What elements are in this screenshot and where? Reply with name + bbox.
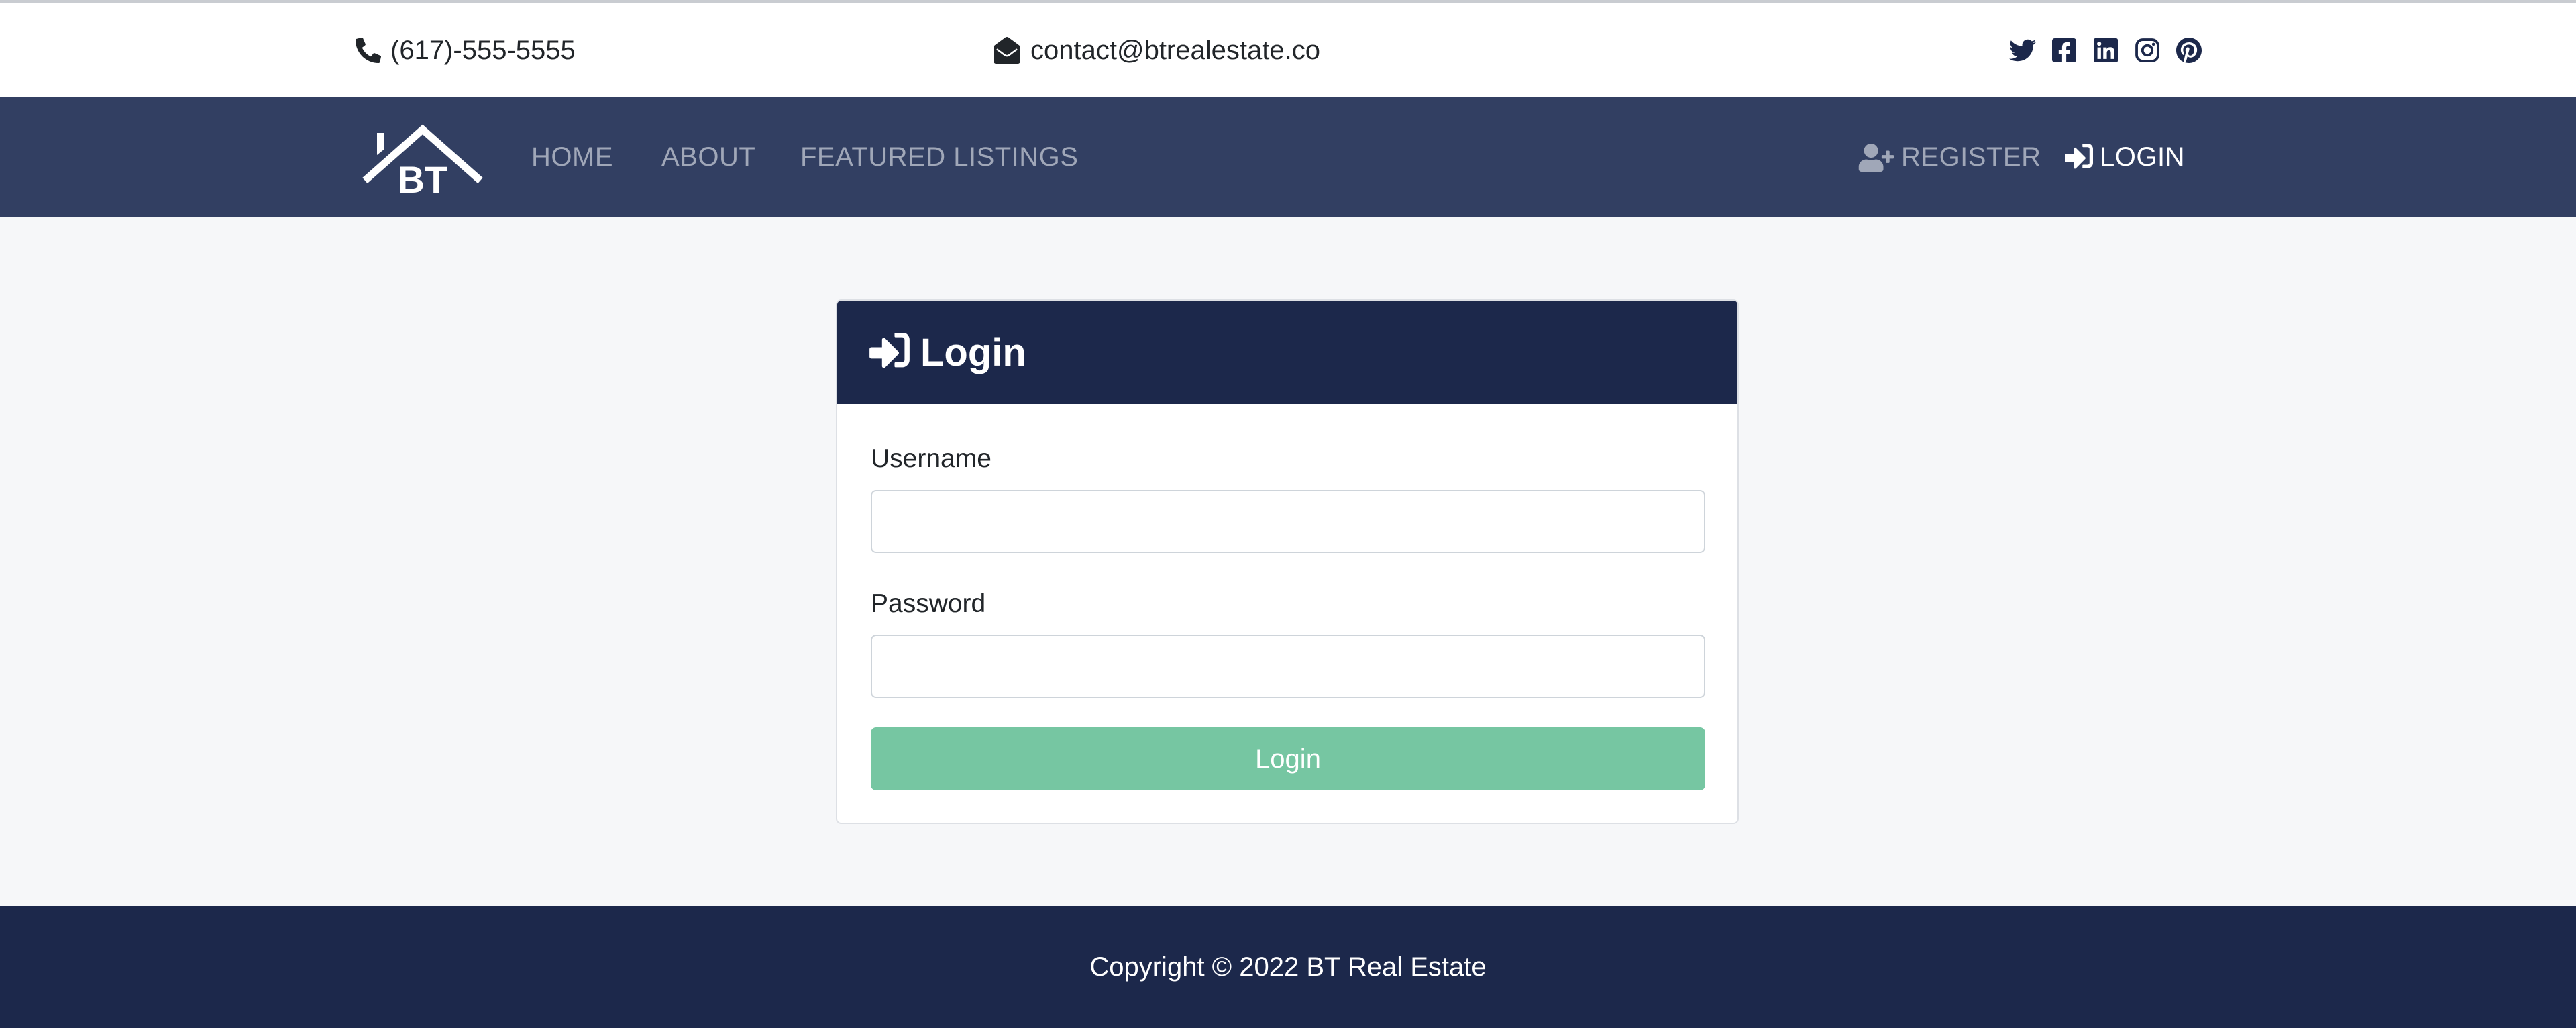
username-label: Username — [871, 444, 991, 473]
envelope-open-icon — [994, 37, 1020, 64]
login-card: Login Username Password Login — [836, 299, 1739, 824]
contact-bar: (617)-555-5555 contact@btrealestate.co — [0, 3, 2576, 97]
brand-logo[interactable]: BT — [362, 124, 483, 201]
copyright-text: Copyright © 2022 BT Real Estate — [1089, 952, 1487, 982]
login-card-header: Login — [837, 301, 1737, 404]
nav-register[interactable]: REGISTER — [1858, 97, 2041, 217]
phone-icon — [356, 38, 381, 63]
nav-login[interactable]: LOGIN — [2065, 97, 2185, 217]
logo-text: BT — [398, 158, 448, 195]
social-links — [2009, 3, 2202, 97]
page-footer: Copyright © 2022 BT Real Estate — [0, 906, 2576, 1028]
phone-contact[interactable]: (617)-555-5555 — [356, 3, 576, 97]
house-roof-logo: BT — [362, 124, 483, 201]
nav-featured-listings-label: FEATURED LISTINGS — [800, 142, 1079, 172]
password-input[interactable] — [871, 635, 1705, 698]
facebook-icon[interactable] — [2051, 37, 2078, 64]
password-label: Password — [871, 589, 986, 618]
phone-number: (617)-555-5555 — [390, 35, 576, 65]
email-address: contact@btrealestate.co — [1030, 35, 1320, 65]
nav-home[interactable]: HOME — [531, 97, 613, 217]
nav-home-label: HOME — [531, 142, 613, 172]
sign-in-icon — [2065, 144, 2093, 168]
nav-login-label: LOGIN — [2100, 142, 2185, 172]
twitter-icon[interactable] — [2009, 37, 2036, 64]
sign-in-icon — [869, 333, 910, 368]
login-submit-button[interactable]: Login — [871, 727, 1705, 790]
main-navbar: BT HOME ABOUT FEATURED LISTINGS REGISTER… — [0, 97, 2576, 217]
nav-register-label: REGISTER — [1901, 142, 2041, 172]
login-card-title: Login — [920, 330, 1026, 374]
instagram-icon[interactable] — [2134, 37, 2161, 64]
username-input[interactable] — [871, 490, 1705, 553]
nav-about[interactable]: ABOUT — [661, 97, 755, 217]
email-contact[interactable]: contact@btrealestate.co — [993, 3, 1320, 97]
pinterest-icon[interactable] — [2176, 37, 2202, 64]
nav-about-label: ABOUT — [661, 142, 756, 172]
linkedin-icon[interactable] — [2092, 37, 2119, 64]
user-plus-icon — [1858, 143, 1894, 172]
nav-featured-listings[interactable]: FEATURED LISTINGS — [800, 97, 1078, 217]
